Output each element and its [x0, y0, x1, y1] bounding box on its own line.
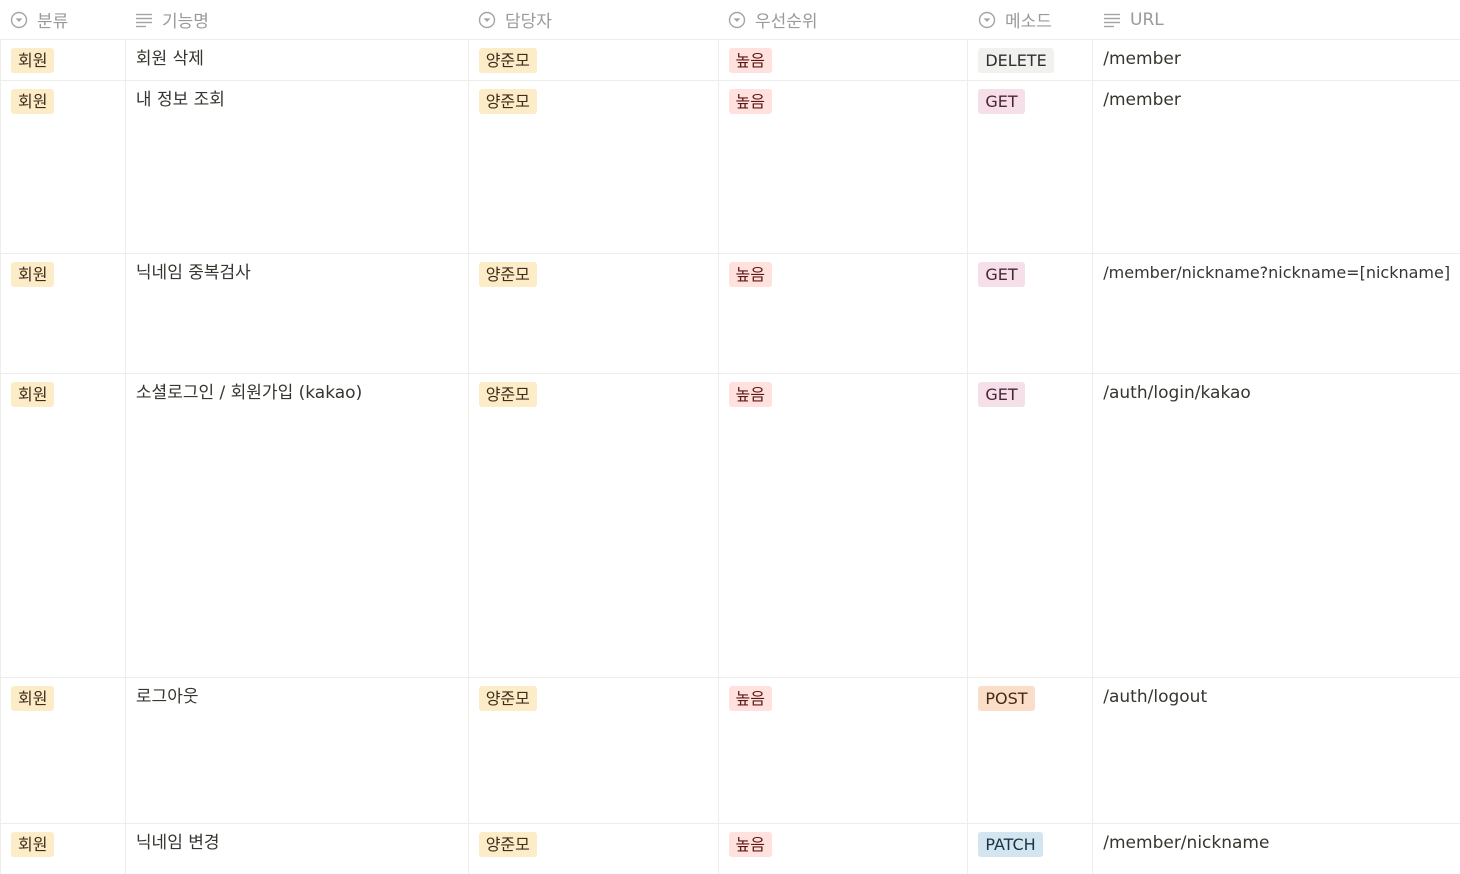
url-cell[interactable]: /auth/login/kakao — [1093, 374, 1460, 677]
column-header-assignee[interactable]: 담당자 — [468, 0, 718, 39]
assignee-tag: 양준모 — [478, 89, 537, 114]
name-cell[interactable]: 로그아웃 — [126, 678, 469, 823]
priority-cell[interactable]: 높음 — [719, 254, 969, 373]
category-tag: 회원 — [11, 48, 55, 73]
category-cell[interactable]: 회원 — [1, 374, 126, 677]
method-cell[interactable]: GET — [968, 254, 1094, 373]
priority-cell[interactable]: 높음 — [719, 40, 969, 80]
url-text: /member — [1103, 90, 1181, 110]
category-tag: 회원 — [11, 686, 55, 711]
text-icon — [1103, 11, 1121, 29]
select-icon — [728, 11, 746, 29]
assignee-tag: 양준모 — [478, 48, 537, 73]
assignee-tag: 양준모 — [478, 832, 537, 857]
name-cell[interactable]: 닉네임 중복검사 — [126, 254, 469, 373]
table-row[interactable]: 회원 닉네임 변경 양준모 높음 PATCH /member/nickname — [0, 824, 1460, 874]
url-text: /auth/login/kakao — [1103, 383, 1251, 403]
method-tag: PATCH — [978, 832, 1043, 857]
assignee-tag: 양준모 — [478, 382, 537, 407]
category-cell[interactable]: 회원 — [1, 678, 126, 823]
url-cell[interactable]: /member/nickname — [1093, 824, 1460, 874]
assignee-tag: 양준모 — [478, 686, 537, 711]
column-header-label: 분류 — [37, 12, 69, 32]
column-header-name[interactable]: 기능명 — [125, 0, 468, 39]
name-cell[interactable]: 소셜로그인 / 회원가입 (kakao) — [126, 374, 469, 677]
column-header-method[interactable]: 메소드 — [968, 0, 1093, 39]
select-icon — [478, 11, 496, 29]
method-cell[interactable]: GET — [968, 81, 1094, 253]
method-tag: DELETE — [978, 48, 1054, 73]
priority-cell[interactable]: 높음 — [719, 81, 969, 253]
column-header-label: 담당자 — [505, 12, 552, 32]
table-header: 분류 기능명 담당자 우선순위 메소드 URL — [0, 0, 1460, 40]
priority-tag: 높음 — [728, 686, 772, 711]
method-cell[interactable]: DELETE — [968, 40, 1094, 80]
feature-name: 소셜로그인 / 회원가입 (kakao) — [135, 383, 363, 403]
column-header-label: 우선순위 — [755, 12, 818, 32]
method-tag: GET — [978, 262, 1025, 287]
priority-cell[interactable]: 높음 — [719, 824, 969, 874]
feature-name: 닉네임 중복검사 — [135, 263, 251, 283]
column-header-label: URL — [1130, 9, 1164, 30]
table-row[interactable]: 회원 회원 삭제 양준모 높음 DELETE /member — [0, 40, 1460, 81]
category-cell[interactable]: 회원 — [1, 254, 126, 373]
category-cell[interactable]: 회원 — [1, 824, 126, 874]
table-row[interactable]: 회원 닉네임 중복검사 양준모 높음 GET /member/nickname?… — [0, 254, 1460, 374]
assignee-cell[interactable]: 양준모 — [469, 678, 719, 823]
column-header-priority[interactable]: 우선순위 — [718, 0, 968, 39]
name-cell[interactable]: 내 정보 조회 — [126, 81, 469, 253]
url-cell[interactable]: /member/nickname?nickname=[nickname] — [1093, 254, 1460, 373]
category-cell[interactable]: 회원 — [1, 81, 126, 253]
column-header-url[interactable]: URL — [1093, 0, 1460, 39]
category-tag: 회원 — [11, 382, 55, 407]
table-row[interactable]: 회원 내 정보 조회 양준모 높음 GET /member — [0, 81, 1460, 254]
method-cell[interactable]: POST — [968, 678, 1094, 823]
name-cell[interactable]: 닉네임 변경 — [126, 824, 469, 874]
method-tag: GET — [978, 382, 1025, 407]
url-cell[interactable]: /member — [1093, 40, 1460, 80]
assignee-cell[interactable]: 양준모 — [469, 81, 719, 253]
priority-tag: 높음 — [728, 832, 772, 857]
priority-tag: 높음 — [728, 48, 772, 73]
assignee-cell[interactable]: 양준모 — [469, 824, 719, 874]
column-header-label: 메소드 — [1005, 12, 1052, 32]
select-icon — [978, 11, 996, 29]
priority-tag: 높음 — [728, 262, 772, 287]
feature-name: 회원 삭제 — [135, 49, 204, 69]
column-header-category[interactable]: 분류 — [0, 0, 125, 39]
url-text: /member/nickname — [1103, 833, 1270, 853]
feature-name: 로그아웃 — [135, 687, 199, 707]
assignee-cell[interactable]: 양준모 — [469, 374, 719, 677]
category-tag: 회원 — [11, 832, 55, 857]
priority-tag: 높음 — [728, 89, 772, 114]
priority-cell[interactable]: 높음 — [719, 678, 969, 823]
category-tag: 회원 — [11, 262, 55, 287]
url-cell[interactable]: /member — [1093, 81, 1460, 253]
database-table: 분류 기능명 담당자 우선순위 메소드 URL 회원 회원 삭제 양준모 높음 … — [0, 0, 1460, 874]
url-text: /member — [1103, 49, 1181, 69]
priority-tag: 높음 — [728, 382, 772, 407]
url-cell[interactable]: /auth/logout — [1093, 678, 1460, 823]
table-row[interactable]: 회원 소셜로그인 / 회원가입 (kakao) 양준모 높음 GET /auth… — [0, 374, 1460, 678]
url-text: /auth/logout — [1103, 687, 1208, 707]
feature-name: 닉네임 변경 — [135, 833, 220, 853]
text-icon — [135, 11, 153, 29]
feature-name: 내 정보 조회 — [135, 90, 225, 110]
priority-cell[interactable]: 높음 — [719, 374, 969, 677]
category-cell[interactable]: 회원 — [1, 40, 126, 80]
method-cell[interactable]: PATCH — [968, 824, 1094, 874]
name-cell[interactable]: 회원 삭제 — [126, 40, 469, 80]
select-icon — [10, 11, 28, 29]
category-tag: 회원 — [11, 89, 55, 114]
column-header-label: 기능명 — [162, 12, 209, 32]
table-row[interactable]: 회원 로그아웃 양준모 높음 POST /auth/logout — [0, 678, 1460, 824]
assignee-tag: 양준모 — [478, 262, 537, 287]
method-tag: POST — [978, 686, 1035, 711]
url-text: /member/nickname?nickname=[nickname] — [1103, 263, 1451, 282]
method-tag: GET — [978, 89, 1025, 114]
assignee-cell[interactable]: 양준모 — [469, 40, 719, 80]
method-cell[interactable]: GET — [968, 374, 1094, 677]
assignee-cell[interactable]: 양준모 — [469, 254, 719, 373]
